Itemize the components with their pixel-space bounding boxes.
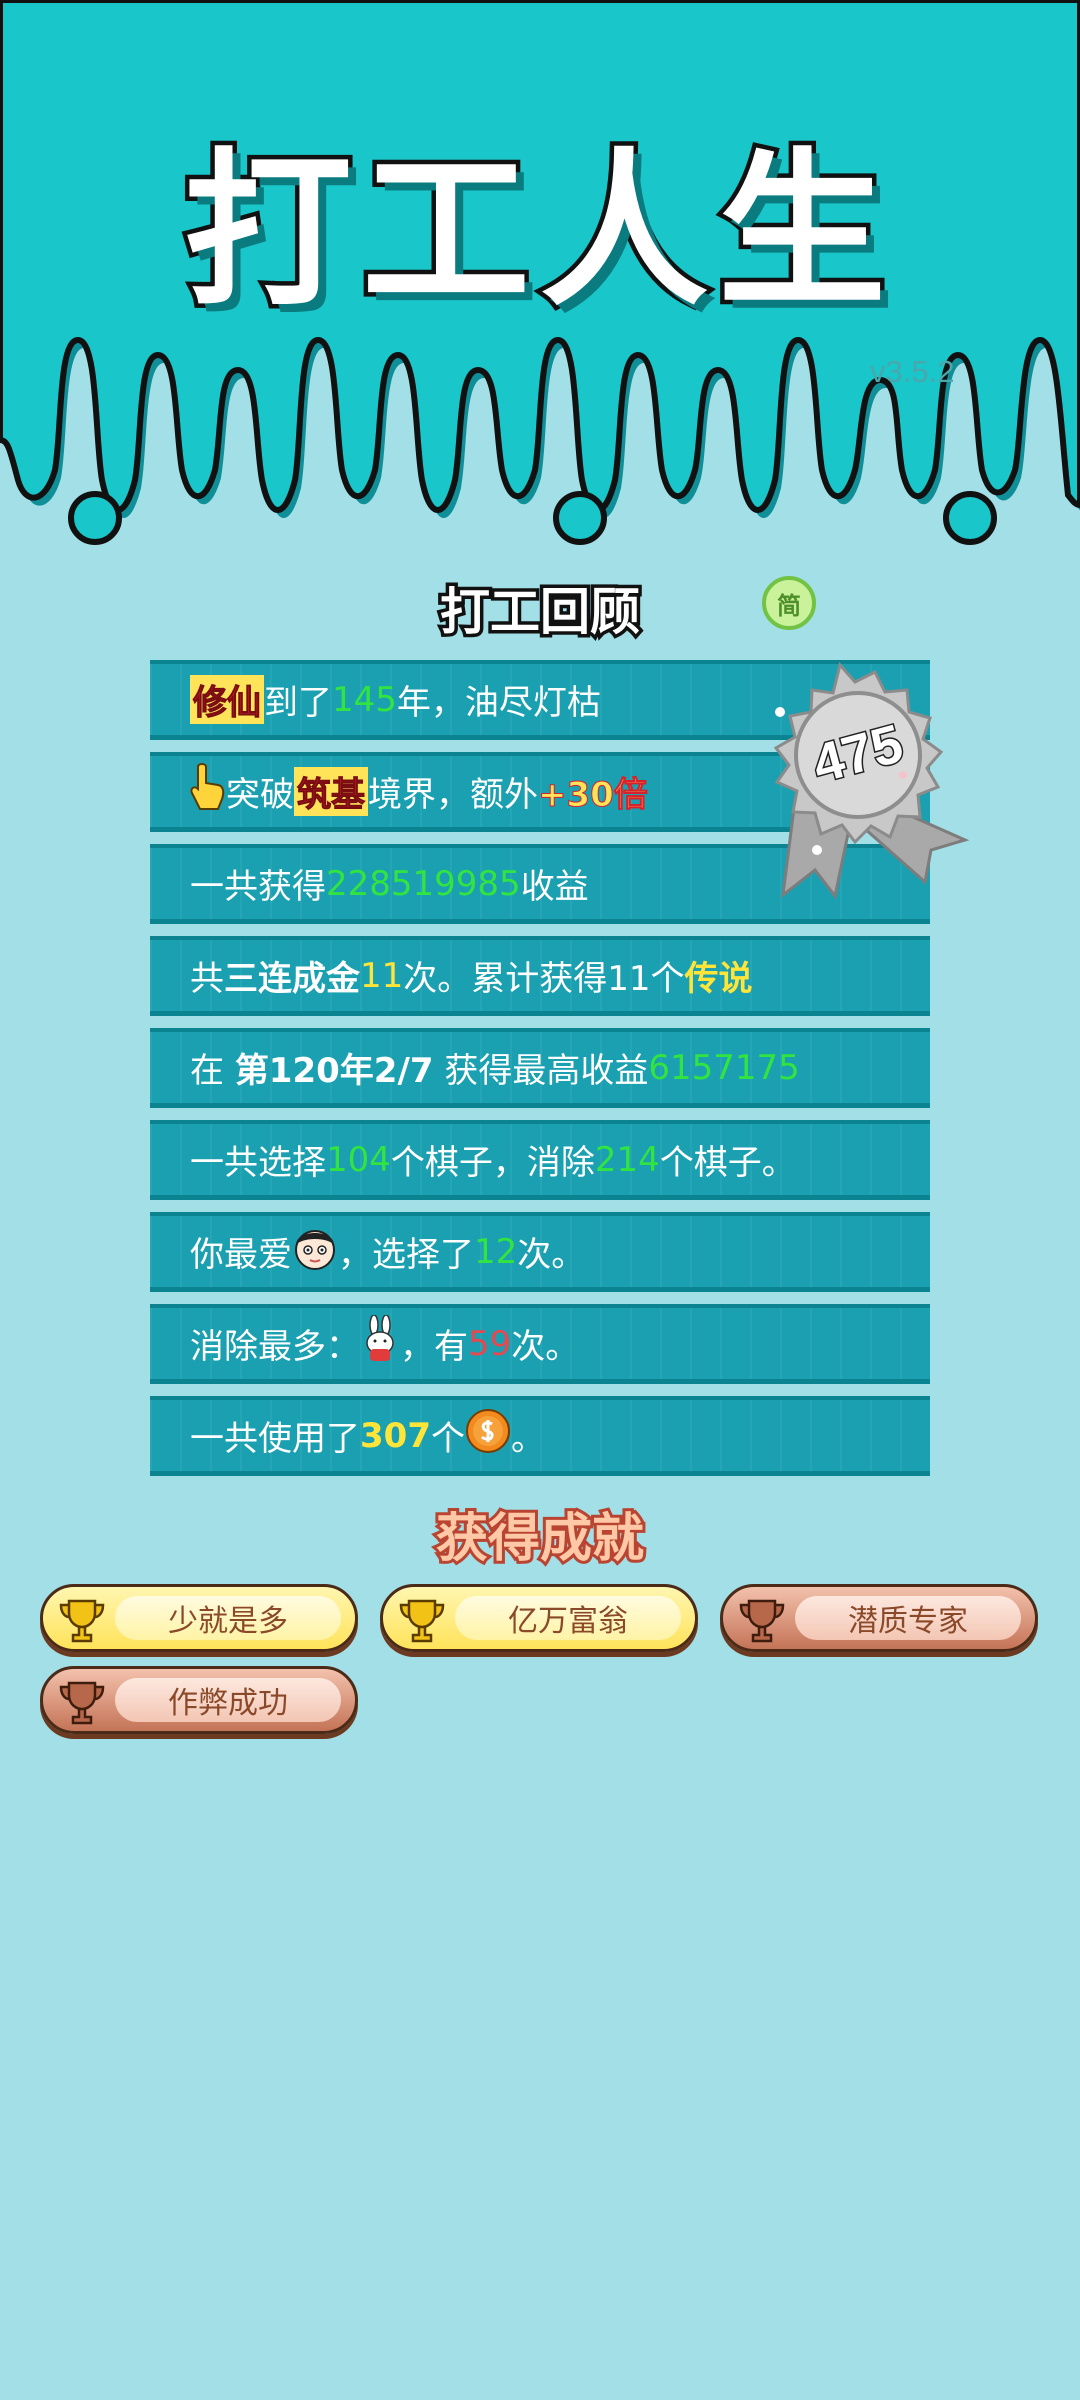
medal-badge-icon: 475: [773, 661, 970, 900]
list-item: 一共使用了 307 个 。: [150, 1396, 930, 1476]
combo-count: 11: [360, 955, 404, 996]
trophy-icon: [397, 1595, 447, 1649]
legend-label: 传说: [684, 959, 753, 999]
row-text: ，有: [400, 1327, 468, 1367]
row-text: 一共获得: [190, 867, 326, 907]
version-label: v3.5.2: [870, 354, 955, 389]
pointing-hand-icon: [190, 763, 226, 820]
list-item: 共 三连成金 11 次。累计获得11个 传说: [150, 936, 930, 1016]
face-avatar-icon: [292, 1223, 338, 1280]
row-text: 突破: [226, 775, 294, 815]
score-badge: 475: [735, 660, 975, 900]
selected-count: 104: [326, 1139, 391, 1180]
years-value: 145: [332, 679, 397, 720]
rabbit-icon: [360, 1314, 400, 1372]
row-text: 。: [510, 1419, 545, 1459]
row-text: 年，油尽灯枯: [396, 683, 601, 723]
language-toggle-button[interactable]: 简: [762, 576, 816, 630]
row-text: 到了: [264, 683, 332, 723]
achievement-label: 潜质专家: [795, 1596, 1021, 1640]
achievement-label: 少就是多: [115, 1596, 341, 1640]
header: 打工人生 v3.5.2: [0, 0, 1080, 560]
app-title: 打工人生: [180, 129, 896, 334]
trophy-icon: [737, 1595, 787, 1649]
achievement-item[interactable]: 潜质专家: [720, 1584, 1038, 1652]
row-text: 个棋子。: [659, 1143, 796, 1183]
list-item: 消除最多： ，有 59 次。: [150, 1304, 930, 1384]
realm-name: 筑基: [294, 767, 368, 816]
achievement-item[interactable]: 作弊成功: [40, 1666, 358, 1734]
achievement-item[interactable]: 少就是多: [40, 1584, 358, 1652]
coins-used-count: 307: [360, 1415, 431, 1456]
bonus-multiplier: +30倍: [538, 775, 649, 816]
row-text: 你最爱: [190, 1235, 292, 1275]
review-title: 打工回顾: [437, 580, 644, 645]
row-text: 一共选择: [190, 1143, 326, 1183]
row-text: 一共使用了: [190, 1419, 360, 1459]
drip-drop: [943, 491, 997, 545]
row-text: 共: [190, 959, 224, 999]
trophy-icon: [57, 1677, 107, 1731]
trophy-icon: [57, 1595, 107, 1649]
row-text: 境界，额外: [368, 775, 538, 815]
row-text: 获得最高收益: [433, 1051, 649, 1091]
best-income-value: 6157175: [648, 1047, 800, 1088]
drip-drop: [553, 491, 607, 545]
list-item: 在 第120年2/7 获得最高收益 6157175: [150, 1028, 930, 1108]
row-text: 消除最多：: [190, 1327, 360, 1367]
list-item: 一共选择 104 个棋子，消除 214 个棋子。: [150, 1120, 930, 1200]
row-text: 在: [190, 1051, 235, 1091]
row-text: 收益: [520, 867, 589, 907]
achievement-item[interactable]: 亿万富翁: [380, 1584, 698, 1652]
row-text: 次。: [511, 1327, 580, 1367]
row-text: 个棋子，消除: [390, 1143, 595, 1183]
best-date: 第120年2/7: [234, 1051, 434, 1091]
drip-drop: [68, 491, 122, 545]
removed-count: 214: [594, 1139, 660, 1180]
achievements-title: 获得成就: [433, 1506, 647, 1572]
combo-label: 三连成金: [224, 959, 360, 999]
row-text: 个: [430, 1419, 465, 1459]
coin-icon: [465, 1408, 511, 1463]
removed-most-count: 59: [468, 1323, 512, 1364]
row-text: ，选择了: [338, 1235, 474, 1275]
total-income-value: 228519985: [326, 863, 521, 904]
row-text: 次。: [517, 1235, 586, 1275]
realm-mode-label: 修仙: [190, 675, 264, 724]
achievement-label: 亿万富翁: [455, 1596, 681, 1640]
achievement-label: 作弊成功: [115, 1678, 341, 1722]
row-text: 次。累计获得11个: [403, 959, 685, 999]
list-item: 你最爱 ，选择了 12 次。: [150, 1212, 930, 1292]
favorite-count: 12: [474, 1231, 518, 1272]
